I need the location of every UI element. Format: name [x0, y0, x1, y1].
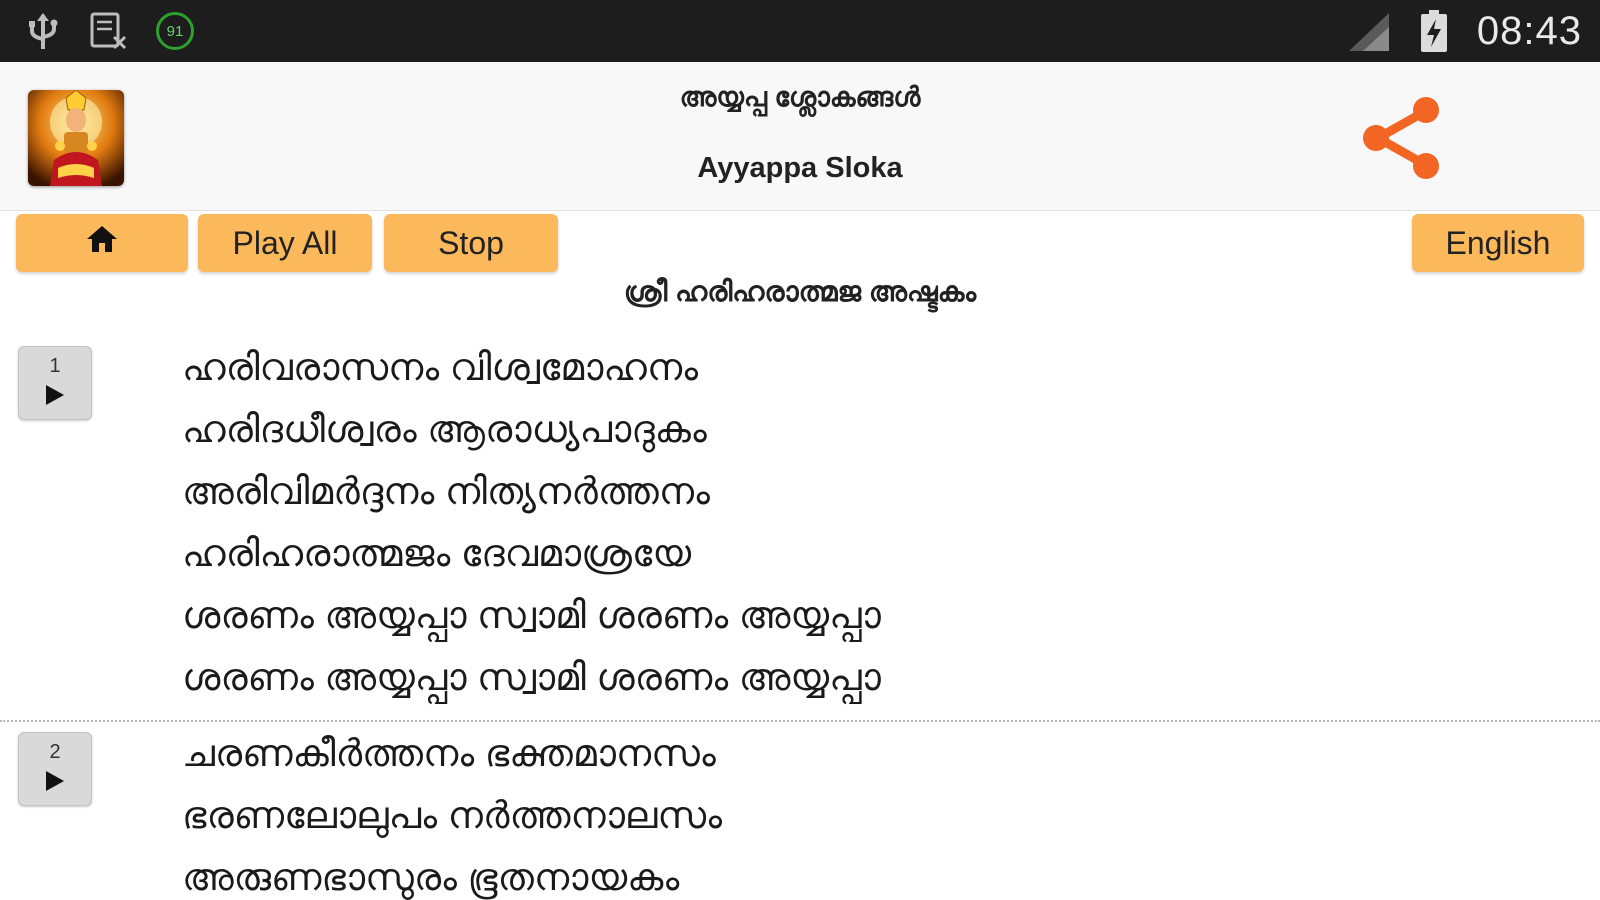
verse-line: അരുണഭാസുരം ഭൂതനായകം — [182, 857, 680, 899]
verse-play-button-1[interactable]: 1 — [18, 346, 92, 420]
status-left-icons: 91 — [26, 11, 194, 51]
verse-line: അരിവിമർദ്ദനം നിത്യനർത്തനം — [182, 471, 710, 513]
verse-line: ഭരണലോലുപം നർത്തനാലസം — [182, 795, 723, 837]
status-bar: 91 08:43 — [0, 0, 1600, 62]
verse-play-button-2[interactable]: 2 — [18, 732, 92, 806]
stop-button[interactable]: Stop — [384, 214, 558, 272]
usb-icon — [26, 11, 60, 51]
toolbar: Play All Stop English — [0, 212, 1600, 274]
verse-line: ഹരിദധീശ്വരം ആരാധ്യപാദുകം — [182, 409, 707, 451]
verse-block-2: 2 ചരണകീർത്തനം ഭക്തമാനസം ഭരണലോലുപം നർത്തന… — [0, 726, 1600, 900]
status-clock: 08:43 — [1476, 8, 1582, 53]
play-icon — [46, 385, 64, 405]
verse-line: ഹരിഹരാത്മജം ദേവമാശ്രയേ — [182, 533, 692, 575]
battery-level-icon: 91 — [156, 12, 194, 50]
verse-line: ഹരിവരാസനം വിശ്വമോഹനം — [182, 347, 699, 389]
verse-line: ശരണം അയ്യപ്പാ സ്വാമി ശരണം അയ്യപ്പാ — [182, 595, 881, 637]
verse-number: 2 — [49, 741, 61, 763]
verse-line: ശരണം അയ്യപ്പാ സ്വാമി ശരണം അയ്യപ്പാ — [182, 657, 881, 699]
verse-divider — [0, 720, 1600, 722]
language-toggle-button[interactable]: English — [1412, 214, 1584, 272]
home-icon — [85, 224, 119, 262]
play-icon — [46, 771, 64, 791]
verse-number: 1 — [49, 355, 61, 377]
verse-line: ചരണകീർത്തനം ഭക്തമാനസം — [182, 733, 716, 775]
status-right-icons: 08:43 — [1347, 9, 1582, 54]
share-button[interactable] — [1356, 92, 1448, 184]
signal-icon — [1347, 9, 1391, 53]
verse-block-1: 1 ഹരിവരാസനം വിശ്വമോഹനം ഹരിദധീശ്വരം ആരാധ്… — [0, 340, 1600, 720]
section-title: ശ്രീ ഹരിഹരാത്മജ അഷ്ടകം — [623, 276, 977, 307]
share-icon — [1356, 97, 1448, 188]
home-button[interactable] — [16, 214, 188, 272]
play-all-button[interactable]: Play All — [198, 214, 372, 272]
battery-charging-icon — [1419, 9, 1449, 53]
screenshot-icon — [88, 11, 128, 51]
